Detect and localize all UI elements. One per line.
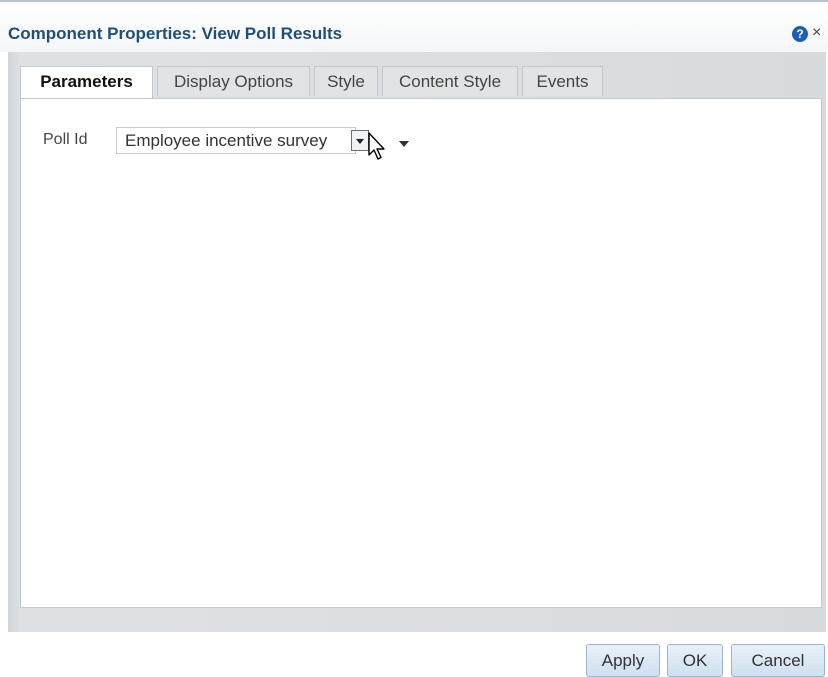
ok-button[interactable]: OK (667, 644, 723, 677)
cancel-button[interactable]: Cancel (731, 644, 825, 677)
mouse-pointer-icon (368, 132, 385, 160)
poll-id-value: Employee incentive survey (125, 131, 328, 150)
tab-content-style[interactable]: Content Style (382, 66, 518, 96)
dialog-header: Component Properties: View Poll Results … (0, 2, 828, 52)
poll-id-menu-icon[interactable] (399, 141, 409, 147)
parameters-panel: Poll Id Employee incentive survey (20, 98, 822, 608)
poll-id-label: Poll Id (43, 131, 88, 148)
chevron-down-icon (356, 139, 364, 144)
dialog-footer: Apply OK Cancel (0, 632, 828, 677)
apply-button[interactable]: Apply (586, 644, 660, 677)
dialog-body: Parameters Display Options Style Content… (8, 52, 826, 632)
tab-events[interactable]: Events (522, 66, 603, 96)
tab-style[interactable]: Style (314, 66, 378, 96)
close-icon[interactable]: × (812, 23, 826, 43)
component-properties-dialog: Component Properties: View Poll Results … (0, 0, 828, 677)
help-icon[interactable]: ? (792, 26, 808, 42)
dialog-title: Component Properties: View Poll Results (8, 24, 343, 43)
tab-display-options[interactable]: Display Options (157, 66, 310, 96)
poll-id-select[interactable]: Employee incentive survey (116, 127, 356, 154)
tab-parameters[interactable]: Parameters (20, 66, 153, 99)
